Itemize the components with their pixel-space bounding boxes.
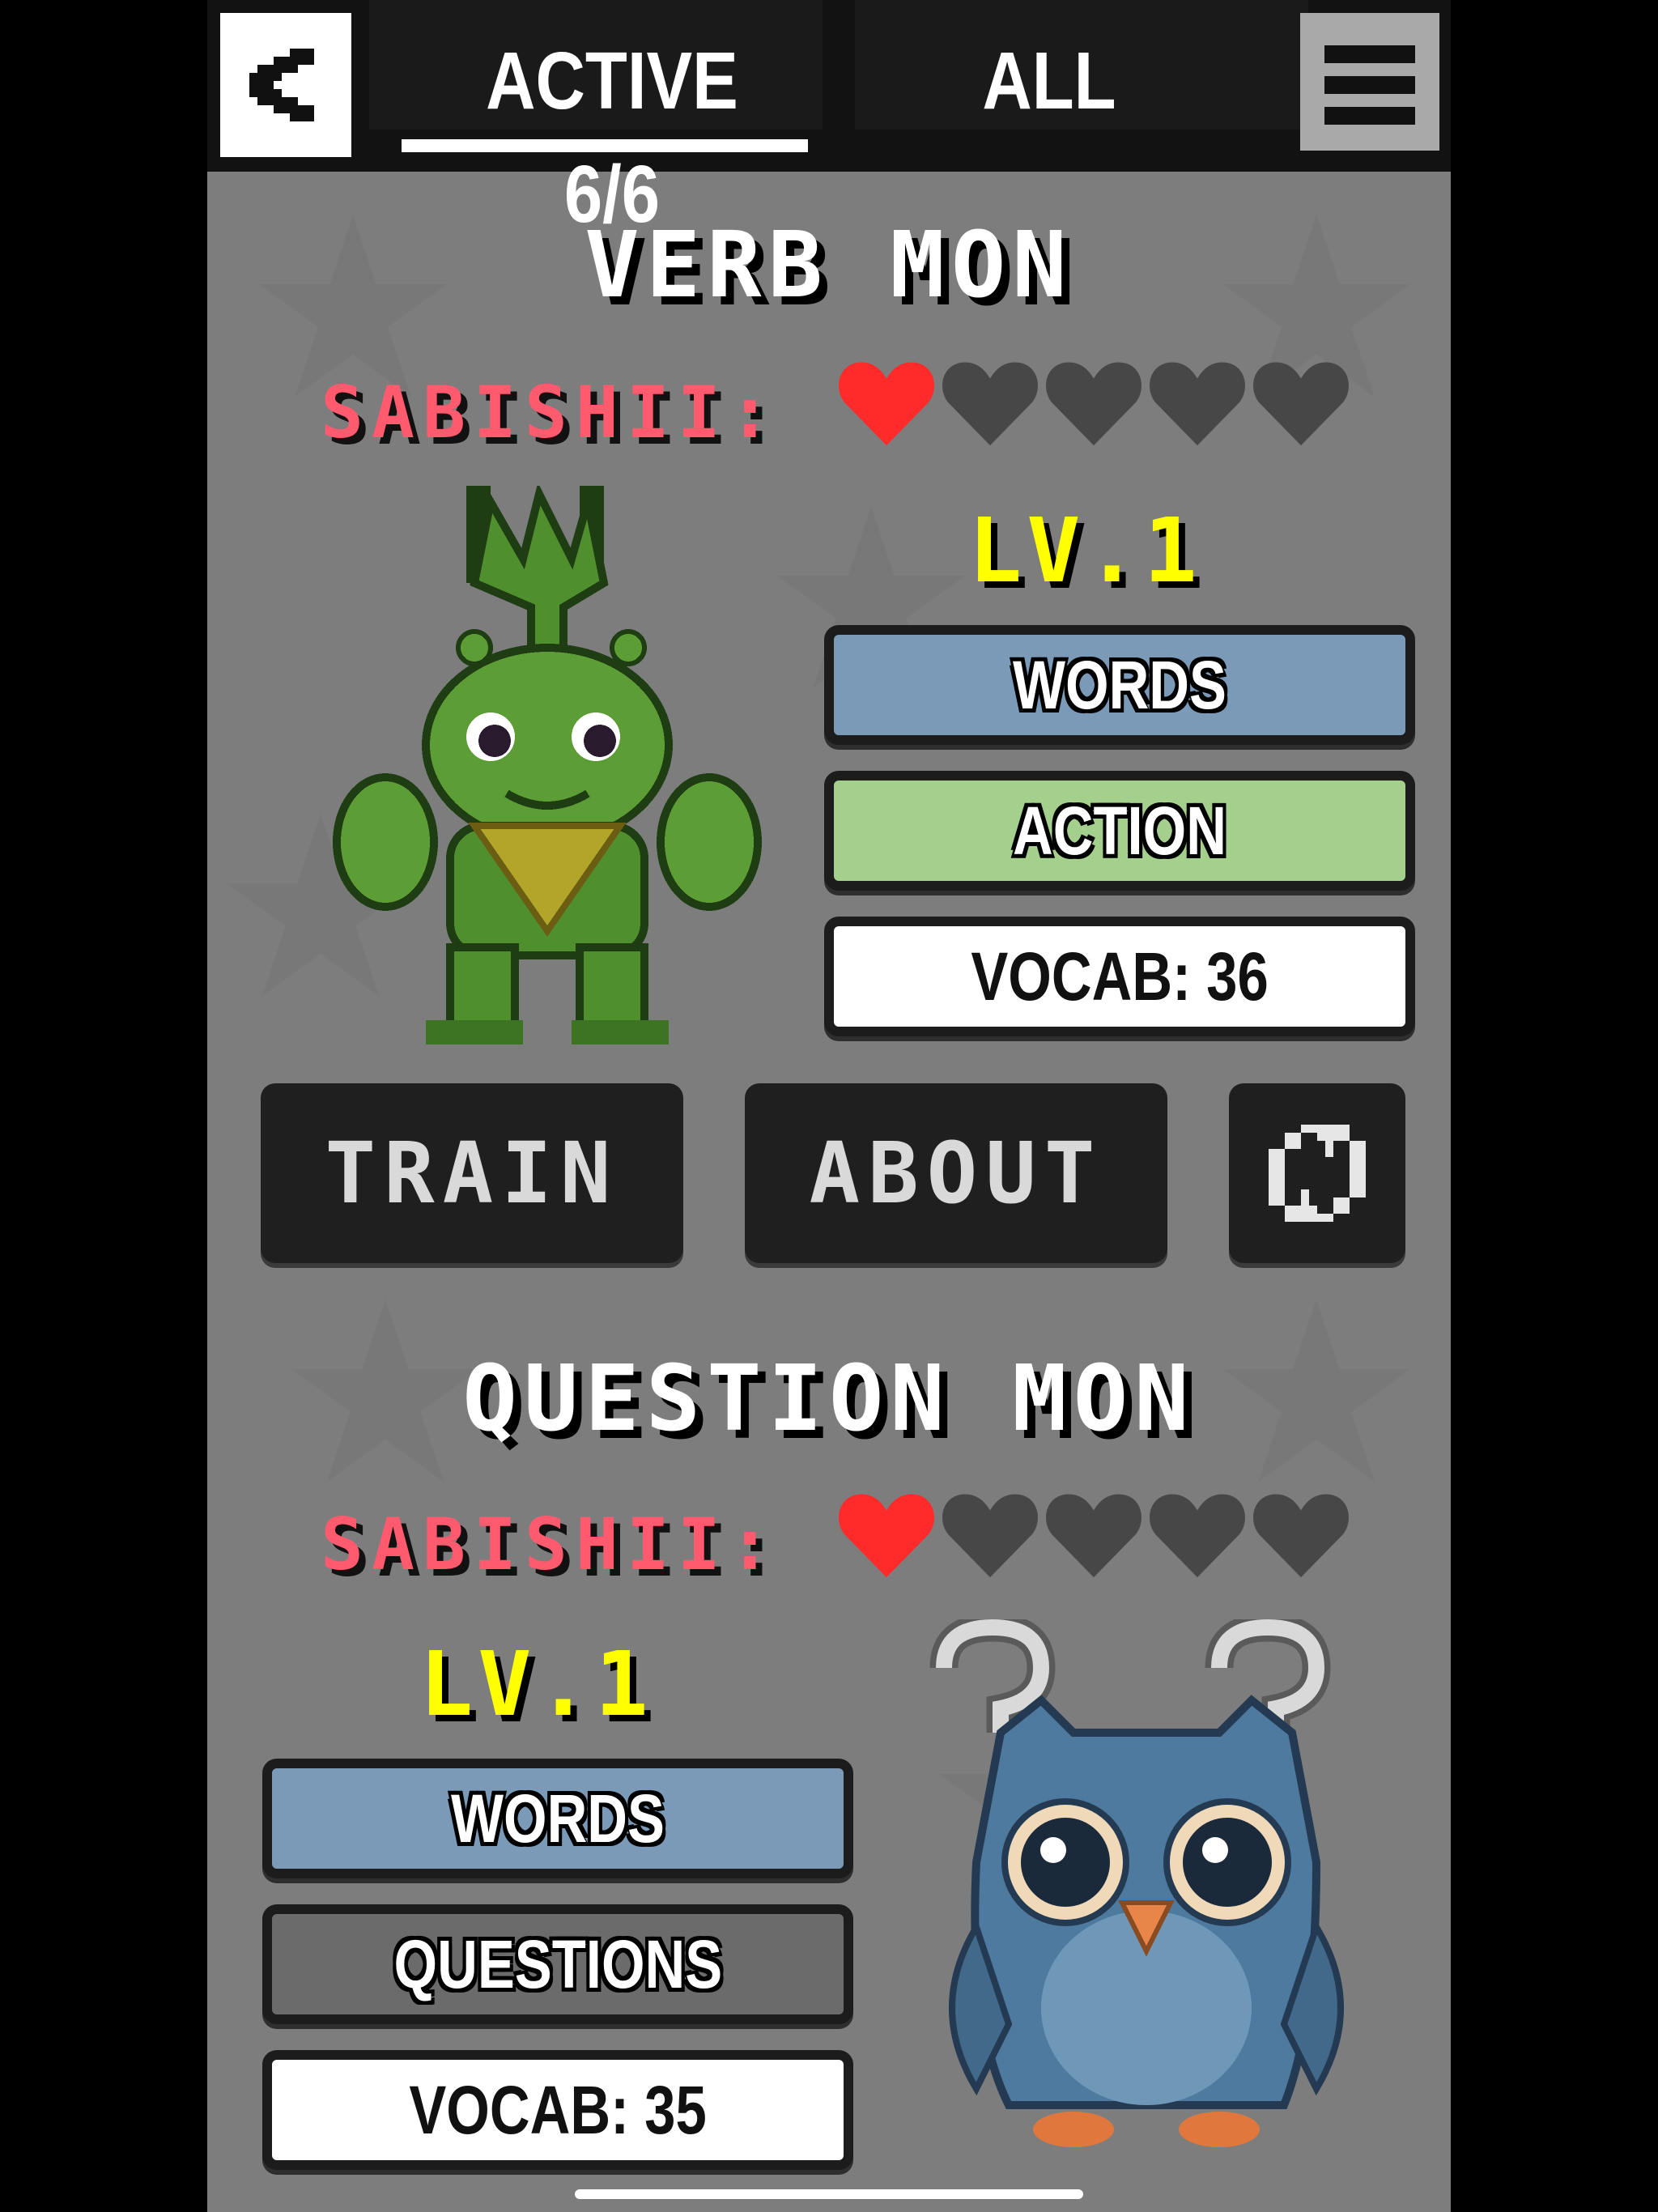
beetle-mon-sprite[interactable] (329, 486, 766, 1044)
top-bar: ACTIVE 6/6 ALL (207, 0, 1451, 240)
swap-arrows-icon (1269, 1125, 1366, 1222)
swap-button[interactable] (1229, 1083, 1405, 1263)
menu-button[interactable] (1300, 13, 1439, 151)
app-screen: ACTIVE 6/6 ALL VERB MON SABISHII: LV.1 W… (207, 0, 1451, 2212)
tag-questions: QUESTIONS (262, 1904, 853, 2024)
heart-empty-icon (1150, 1494, 1245, 1578)
vocab-count: VOCAB: 35 (262, 2050, 853, 2170)
tab-active[interactable]: ACTIVE 6/6 (433, 24, 791, 240)
level-label: LV.1 (968, 499, 1202, 602)
sabishii-label: SABISHII: (321, 371, 780, 454)
mon-name: QUESTION MON (462, 1346, 1196, 1452)
heart-empty-icon (1046, 362, 1141, 446)
heart-empty-icon (1046, 1494, 1141, 1578)
level-label: LV.1 (419, 1632, 653, 1736)
sabishii-label: SABISHII: (321, 1503, 780, 1586)
tag-words: WORDS (262, 1759, 853, 1878)
tab-all[interactable]: ALL (980, 24, 1118, 146)
heart-empty-icon (1253, 1494, 1349, 1578)
about-button[interactable]: ABOUT (745, 1083, 1167, 1263)
mon-name: VERB MON (585, 213, 1073, 318)
tag-words: WORDS (824, 625, 1415, 745)
tag-action: ACTION (824, 771, 1415, 891)
hearts-meter (839, 355, 1405, 460)
heart-empty-icon (1253, 362, 1349, 446)
heart-empty-icon (942, 362, 1038, 446)
heart-empty-icon (1150, 362, 1245, 446)
owl-mon-sprite[interactable] (912, 1619, 1381, 2178)
hearts-meter (839, 1487, 1405, 1592)
heart-filled-icon (839, 362, 934, 446)
home-indicator[interactable] (575, 2189, 1083, 2199)
train-button[interactable]: TRAIN (261, 1083, 683, 1263)
active-tab-indicator (402, 139, 808, 152)
heart-filled-icon (839, 1494, 934, 1578)
vocab-count: VOCAB: 36 (824, 917, 1415, 1036)
chevron-left-icon (249, 49, 314, 121)
back-button[interactable] (220, 13, 351, 157)
heart-empty-icon (942, 1494, 1038, 1578)
